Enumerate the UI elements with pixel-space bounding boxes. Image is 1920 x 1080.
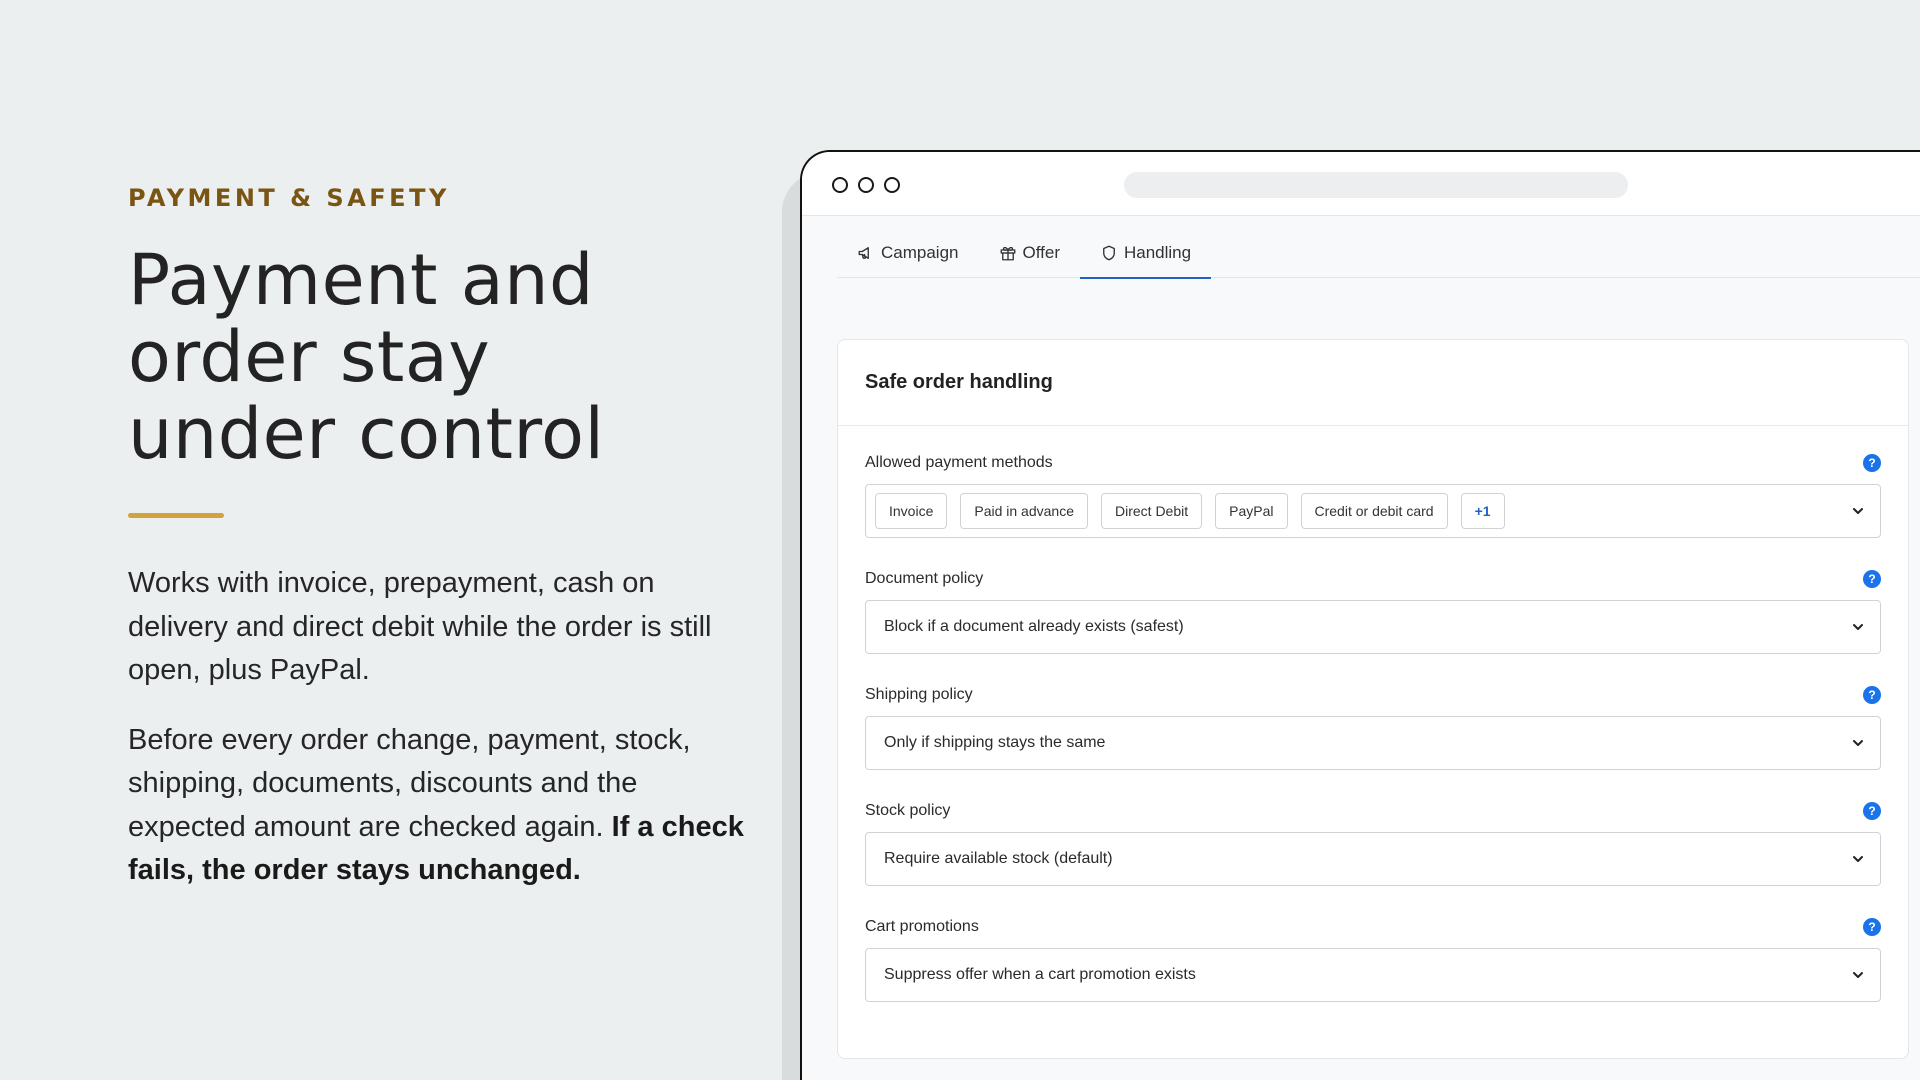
chevron-down-icon (1853, 624, 1863, 630)
hero-paragraph-2: Before every order change, payment, stoc… (128, 719, 748, 893)
hero-paragraph-1: Works with invoice, prepayment, cash on … (128, 567, 712, 686)
payment-chip-card[interactable]: Credit or debit card (1300, 493, 1448, 529)
tab-campaign[interactable]: Campaign (837, 228, 979, 278)
tab-label: Handling (1123, 243, 1192, 262)
field-label: Allowed payment methods (865, 454, 1053, 471)
field-label: Shipping policy (865, 686, 973, 703)
tab-offer[interactable]: Offer (979, 228, 1080, 278)
hero-section: PAYMENT & SAFETY Payment and order stay … (128, 184, 748, 893)
payment-chip-direct-debit[interactable]: Direct Debit (1101, 493, 1203, 529)
field-label: Stock policy (865, 802, 951, 819)
payment-methods-field: Allowed payment methods ? Invoice Paid i… (865, 452, 1881, 538)
headline-line: Payment and (128, 239, 594, 321)
chevron-down-icon (1853, 508, 1863, 514)
help-icon[interactable]: ? (1863, 570, 1881, 588)
shipping-policy-field: Shipping policy ? Only if shipping stays… (865, 684, 1881, 770)
card-title: Safe order handling (838, 340, 1908, 426)
chevron-down-icon (1853, 856, 1863, 862)
stock-policy-select[interactable]: Require available stock (default) (865, 832, 1881, 886)
window-dot-icon (884, 177, 900, 193)
window-dot-icon (858, 177, 874, 193)
tab-label: Campaign (881, 243, 959, 262)
help-icon[interactable]: ? (1863, 454, 1881, 472)
megaphone-icon (858, 247, 869, 259)
window-dot-icon (832, 177, 848, 193)
help-icon[interactable]: ? (1863, 802, 1881, 820)
field-label: Cart promotions (865, 918, 979, 935)
payment-methods-multiselect[interactable]: Invoice Paid in advance Direct Debit Pay… (865, 484, 1881, 538)
gift-icon (1000, 246, 1015, 261)
cart-promotions-field: Cart promotions ? Suppress offer when a … (865, 916, 1881, 1002)
chevron-down-icon (1853, 740, 1863, 746)
select-value: Suppress offer when a cart promotion exi… (884, 966, 1196, 983)
tab-bar: Campaign Offer Handling (837, 228, 1920, 279)
field-label: Document policy (865, 570, 984, 587)
payment-chip-prepayment[interactable]: Paid in advance (960, 493, 1088, 529)
browser-window: Campaign Offer Handling Safe order handl… (800, 150, 1920, 1080)
payment-chip-invoice[interactable]: Invoice (875, 493, 948, 529)
browser-titlebar (802, 152, 1920, 216)
eyebrow-label: PAYMENT & SAFETY (128, 184, 450, 212)
document-policy-field: Document policy ? Block if a document al… (865, 568, 1881, 654)
select-value: Block if a document already exists (safe… (884, 618, 1184, 635)
help-icon[interactable]: ? (1863, 686, 1881, 704)
document-policy-select[interactable]: Block if a document already exists (safe… (865, 600, 1881, 654)
more-chips-badge[interactable]: +1 (1460, 493, 1505, 529)
stock-policy-field: Stock policy ? Require available stock (… (865, 800, 1881, 886)
headline-line: order stay (128, 316, 491, 398)
shield-icon (1103, 245, 1115, 261)
tab-label: Offer (1022, 243, 1060, 262)
cart-promotions-select[interactable]: Suppress offer when a cart promotion exi… (865, 948, 1881, 1002)
hero-headline: Payment and order stay under control (128, 242, 748, 473)
payment-chip-paypal[interactable]: PayPal (1215, 493, 1288, 529)
accent-divider (128, 513, 224, 518)
tab-handling[interactable]: Handling (1079, 228, 1212, 279)
shipping-policy-select[interactable]: Only if shipping stays the same (865, 716, 1881, 770)
address-bar[interactable] (1124, 172, 1628, 198)
select-value: Only if shipping stays the same (884, 734, 1106, 751)
chevron-down-icon (1853, 972, 1863, 978)
settings-card: Safe order handling Allowed payment meth… (837, 339, 1909, 1059)
paragraph-text: Before every order change, payment, stoc… (128, 723, 691, 843)
headline-line: under control (128, 393, 605, 475)
select-value: Require available stock (default) (884, 850, 1113, 867)
help-icon[interactable]: ? (1863, 918, 1881, 936)
